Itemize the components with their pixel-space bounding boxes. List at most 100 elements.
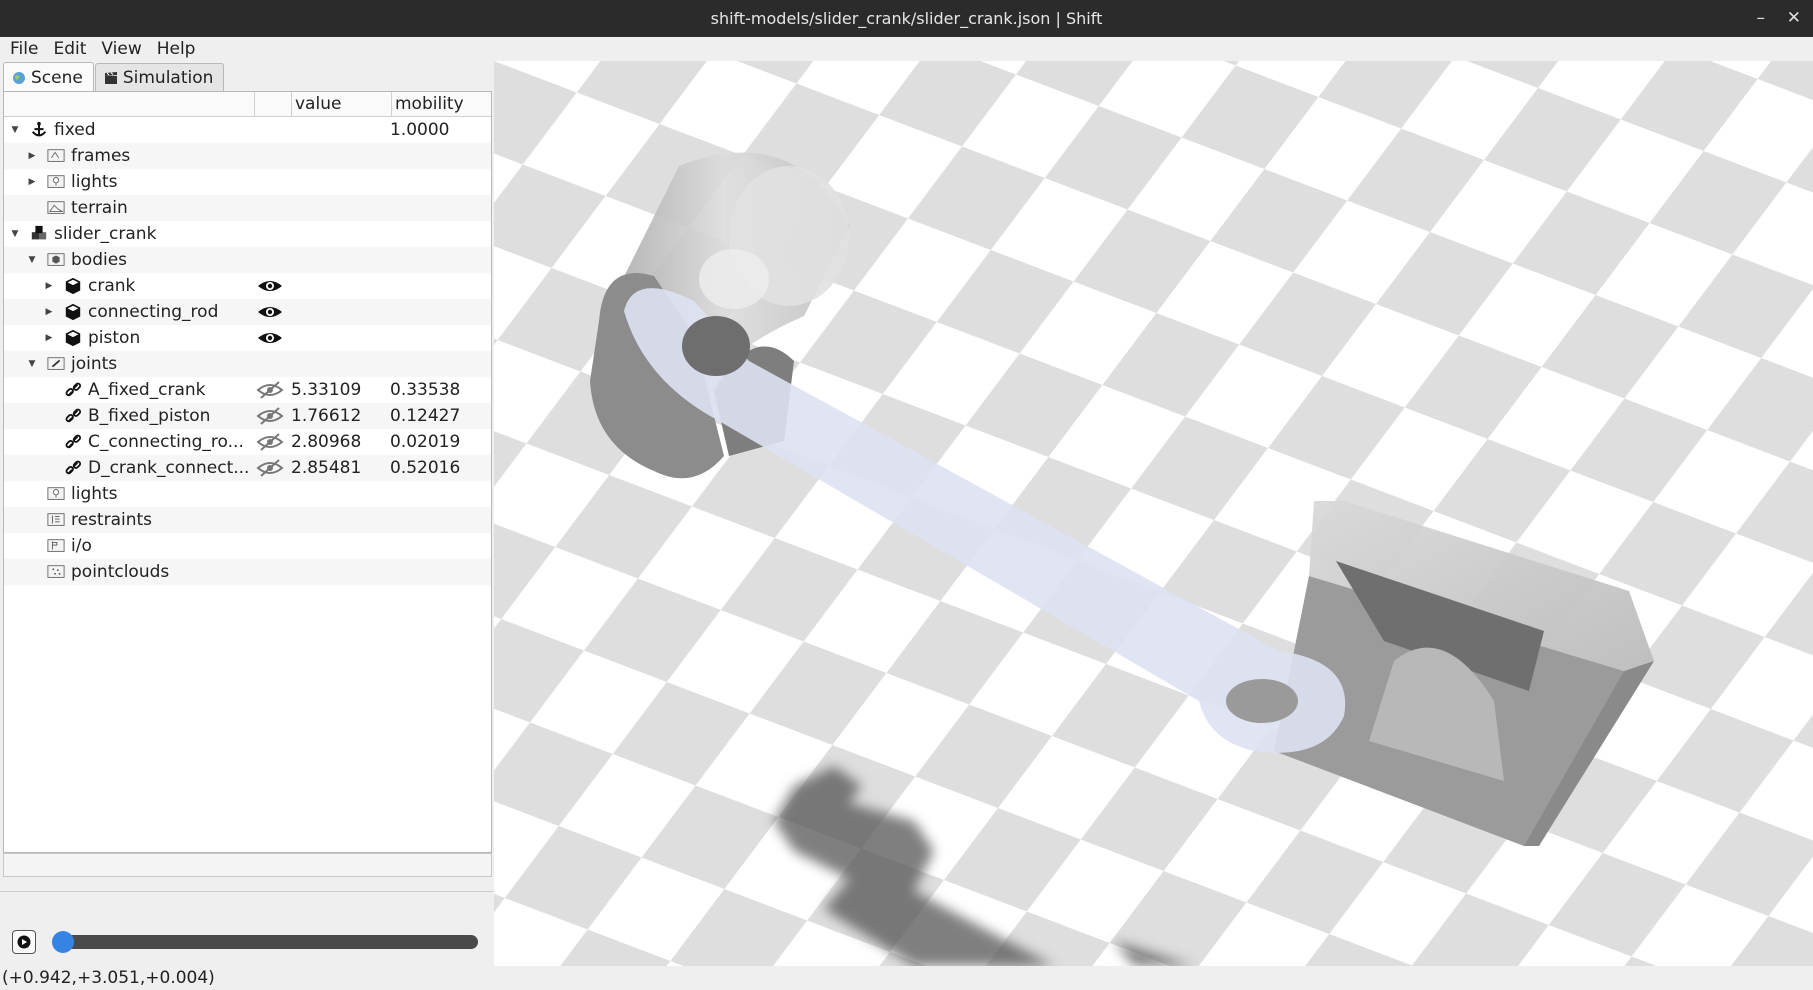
tree-row-label: lights [71, 484, 118, 504]
joint-link-icon [65, 434, 82, 449]
left-panel: Scene Simulation value mobility ▼ fixed 1.… [0, 61, 494, 966]
eye-icon[interactable] [256, 303, 284, 321]
column-header-name[interactable] [4, 92, 255, 116]
menu-help[interactable]: Help [147, 39, 201, 59]
tree-row[interactable]: D_crank_connect... 2.85481 0.52016 [4, 455, 491, 481]
column-header-mobility[interactable]: mobility [392, 92, 491, 116]
tree-row[interactable]: ▶ connecting_rod [4, 299, 491, 325]
tree-row[interactable]: restraints [4, 507, 491, 533]
body-cube-icon [65, 329, 81, 347]
tree-row-label: bodies [71, 250, 128, 270]
restraints-icon [47, 513, 65, 526]
tree-row-label: joints [71, 354, 118, 374]
column-header-value[interactable]: value [292, 92, 392, 116]
minimize-button[interactable]: – [1757, 0, 1766, 37]
collapse-arrow-icon[interactable]: ▼ [27, 351, 37, 377]
menu-file[interactable]: File [0, 39, 43, 59]
tree-row[interactable]: ▶ crank [4, 273, 491, 299]
tree-body: ▼ fixed 1.0000 ▶ frames ▶ lights terrain ▼ slider… [4, 117, 491, 585]
tree-row-value[interactable]: 1.76612 [291, 403, 361, 429]
close-button[interactable]: ✕ [1787, 0, 1801, 37]
anchor-icon [31, 121, 47, 137]
tree-row-mobility: 0.12427 [390, 406, 461, 426]
menubar: File Edit View Help [0, 37, 1813, 61]
joint-link-icon [65, 382, 82, 397]
tree-row[interactable]: pointclouds [4, 559, 491, 585]
collapse-arrow-icon[interactable]: ▼ [10, 117, 20, 143]
body-cube-icon [65, 277, 81, 295]
timeline-slider-handle[interactable] [52, 931, 74, 953]
joint-link-icon [65, 408, 82, 423]
eye-icon[interactable] [256, 329, 284, 347]
tree-row-label: D_crank_connect... [88, 458, 250, 478]
tab-simulation-label: Simulation [122, 67, 214, 88]
expand-arrow-icon[interactable]: ▶ [44, 273, 54, 299]
globe-icon [13, 71, 25, 84]
tree-row-label: slider_crank [54, 224, 157, 244]
eye-hidden-icon[interactable] [256, 407, 284, 425]
collapse-arrow-icon[interactable]: ▼ [10, 221, 20, 247]
tree-row[interactable]: ▼ fixed 1.0000 [4, 117, 491, 143]
column-header-visibility[interactable] [255, 92, 292, 116]
playback-controls [3, 919, 490, 965]
scene-tree[interactable]: value mobility ▼ fixed 1.0000 ▶ frames ▶ light… [3, 91, 492, 853]
eye-hidden-icon[interactable] [256, 433, 284, 451]
tree-row[interactable]: ▼ bodies [4, 247, 491, 273]
io-icon [47, 539, 65, 552]
tab-simulation[interactable]: Simulation [94, 63, 225, 91]
tree-row[interactable]: ▶ piston [4, 325, 491, 351]
eye-icon[interactable] [256, 277, 284, 295]
tree-row-label: connecting_rod [88, 302, 219, 322]
play-button[interactable] [12, 930, 36, 954]
tree-row[interactable]: ▼ joints [4, 351, 491, 377]
eye-hidden-icon[interactable] [256, 381, 284, 399]
expand-arrow-icon[interactable]: ▶ [44, 325, 54, 351]
play-icon [17, 935, 31, 949]
tree-row[interactable]: ▶ lights [4, 169, 491, 195]
tree-row[interactable]: lights [4, 481, 491, 507]
menu-view[interactable]: View [91, 39, 146, 59]
expand-arrow-icon[interactable]: ▶ [27, 169, 37, 195]
bodies-icon [47, 253, 65, 266]
panel-tabs: Scene Simulation [3, 62, 225, 92]
properties-strip [3, 853, 492, 877]
eye-hidden-icon[interactable] [256, 459, 284, 477]
tree-row-mobility: 1.0000 [390, 120, 450, 140]
cursor-coordinates: (+0.942,+3.051,+0.004) [2, 968, 215, 988]
tree-row-label: terrain [71, 198, 128, 218]
tree-row-label: crank [88, 276, 136, 296]
tree-row-label: restraints [71, 510, 153, 530]
tree-row[interactable]: B_fixed_piston 1.76612 0.12427 [4, 403, 491, 429]
window-titlebar: shift-models/slider_crank/slider_crank.j… [0, 0, 1813, 37]
tree-row-label: fixed [54, 120, 96, 140]
collapse-arrow-icon[interactable]: ▼ [27, 247, 37, 273]
tree-row[interactable]: terrain [4, 195, 491, 221]
clapperboard-icon [104, 71, 117, 84]
tree-row[interactable]: ▶ frames [4, 143, 491, 169]
expand-arrow-icon[interactable]: ▶ [44, 299, 54, 325]
menu-edit[interactable]: Edit [43, 39, 91, 59]
lights-icon [47, 175, 65, 188]
body-cube-icon [65, 303, 81, 321]
tree-row-mobility: 0.33538 [390, 380, 461, 400]
timeline-slider[interactable] [52, 931, 478, 953]
tree-row[interactable]: i/o [4, 533, 491, 559]
tree-row-value[interactable]: 2.85481 [291, 455, 361, 481]
expand-arrow-icon[interactable]: ▶ [27, 143, 37, 169]
tab-scene-label: Scene [31, 67, 83, 88]
tree-header: value mobility [4, 92, 491, 117]
lights-icon [47, 487, 65, 500]
tree-row[interactable]: C_connecting_ro... 2.80968 0.02019 [4, 429, 491, 455]
statusbar: (+0.942,+3.051,+0.004) [0, 966, 1813, 990]
tree-row-label: piston [88, 328, 141, 348]
tree-row-mobility: 0.02019 [390, 432, 461, 452]
scene-render [494, 61, 1813, 966]
tree-row[interactable]: ▼ slider_crank [4, 221, 491, 247]
tree-row-value[interactable]: 2.80968 [291, 429, 361, 455]
model-icon [31, 225, 47, 240]
tab-scene[interactable]: Scene [3, 62, 94, 92]
tree-row-value[interactable]: 5.33109 [291, 377, 361, 403]
3d-viewport[interactable] [494, 61, 1813, 966]
tree-row[interactable]: A_fixed_crank 5.33109 0.33538 [4, 377, 491, 403]
joint-link-icon [65, 460, 82, 475]
